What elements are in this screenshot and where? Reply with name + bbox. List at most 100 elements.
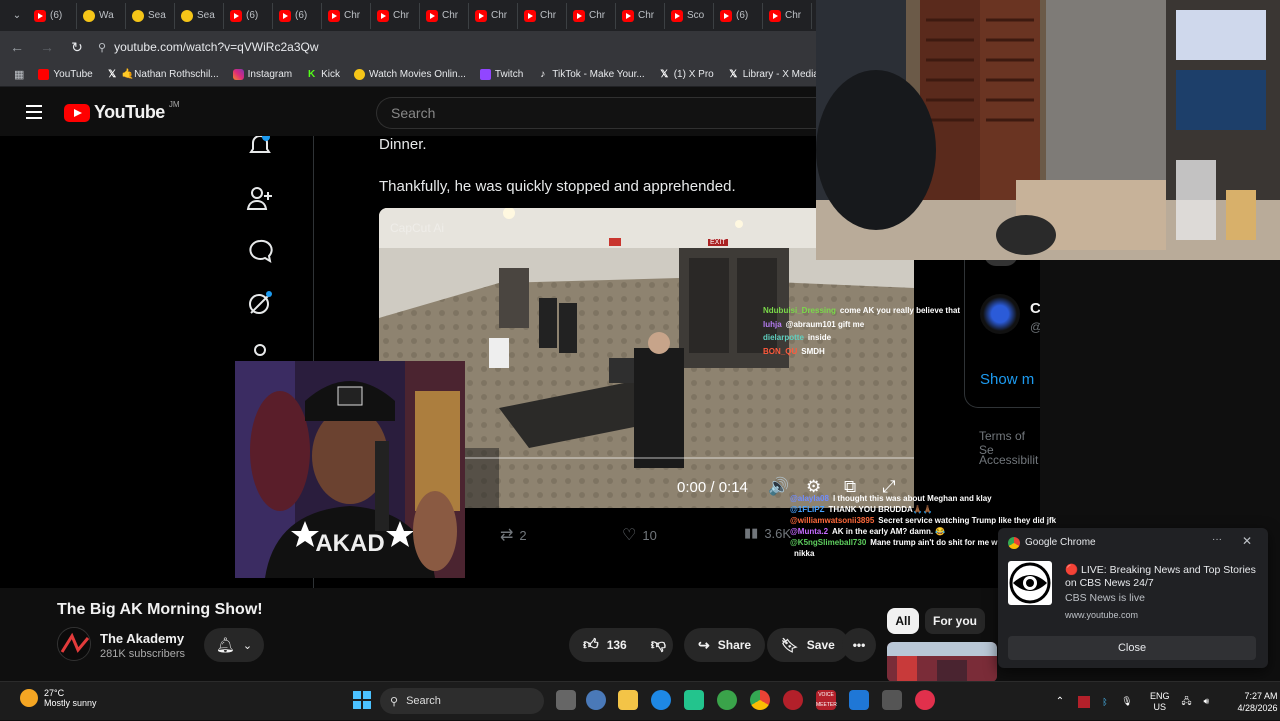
search-placeholder: Search [391, 105, 436, 121]
browser-tab[interactable]: Chr [322, 2, 371, 29]
browser-tab[interactable]: Chr [763, 2, 812, 29]
recommended-video-thumbnail[interactable] [887, 642, 997, 682]
chat-username: @1FLIPZ [790, 505, 825, 514]
clock[interactable]: 7:27 AM 4/28/2026 [1238, 690, 1278, 714]
notes-app-icon[interactable] [882, 690, 902, 710]
chip-all[interactable]: All [887, 608, 919, 634]
pink-app-icon[interactable] [915, 690, 935, 710]
bookmark-item[interactable]: YouTube [38, 69, 93, 80]
room-scene [816, 0, 1280, 260]
messages-icon [249, 239, 273, 264]
chip-for-you[interactable]: For you [925, 608, 985, 634]
youtube-icon [671, 9, 683, 22]
address-bar[interactable]: ⚲ youtube.com/watch?v=qVWiRc2a3Qw [98, 40, 319, 54]
bookmark-item[interactable]: 𝕏 🤙Nathan Rothschil... [107, 69, 218, 80]
tab-label: Sea [197, 10, 215, 21]
bookmark-label: YouTube [53, 69, 93, 80]
task-view-icon[interactable] [556, 690, 576, 710]
red-app-icon[interactable] [783, 690, 803, 710]
microphone-icon[interactable]: 🎙︎ [1118, 696, 1136, 707]
volume-icon[interactable]: 🔊 [768, 477, 789, 497]
cortana-c-icon[interactable] [651, 690, 671, 710]
notification-more-icon[interactable]: ··· [1212, 534, 1222, 545]
streamer-webcam: AKAD [235, 361, 465, 578]
reload-icon[interactable]: ↻ [64, 39, 90, 56]
show-more-link[interactable]: Show m [980, 371, 1034, 388]
forward-icon[interactable]: → [34, 39, 60, 55]
share-button[interactable]: ↪ Share [684, 628, 766, 662]
network-icon[interactable]: 🖧︎ [1182, 694, 1196, 710]
tab-label: (6) [50, 10, 63, 21]
start-windows-icon[interactable] [352, 690, 372, 710]
like-video-button[interactable]: 👍︎ 136 [583, 636, 627, 654]
bookmark-item[interactable]: K Kick [306, 69, 340, 80]
bookmark-item[interactable]: Twitch [479, 69, 523, 80]
hamburger-menu-icon[interactable] [26, 105, 42, 119]
browser-tab[interactable]: (6) [714, 2, 763, 29]
time-text: 7:27 AM [1244, 690, 1278, 701]
browser-tab[interactable]: (6) [224, 2, 273, 29]
tab-label: Chr [540, 10, 557, 21]
subscribe-notification-button[interactable]: 🔔︎ ⌄ [204, 628, 264, 662]
bookmark-label: Instagram [247, 69, 293, 80]
bookmark-item[interactable]: 𝕏 Library - X Media St... [728, 69, 816, 80]
bookmark-item[interactable]: 𝕏 (1) X Pro [659, 69, 714, 80]
video-like-count: 136 [606, 638, 627, 652]
browser-tab[interactable]: Chr [371, 2, 420, 29]
language-indicator[interactable]: ENG US [1150, 691, 1170, 713]
notification-close-button[interactable]: Close [1008, 636, 1256, 660]
bookmark-label: Kick [321, 69, 341, 80]
weather-widget[interactable]: 27°C Mostly sunny [20, 688, 97, 708]
browser-tab[interactable]: (6) [273, 2, 322, 29]
like-button[interactable]: ♡ 10 [622, 525, 657, 545]
notification-close-icon[interactable]: ✕ [1242, 534, 1252, 548]
browser-tab[interactable]: Sea [175, 2, 224, 29]
tray-chevron-icon[interactable]: ⌃ [1050, 696, 1070, 707]
chat-username: Ndubuisi_Dressing [763, 306, 836, 315]
volume-tray-icon[interactable]: 🔊︎ [1204, 696, 1218, 707]
tab-list-dropdown-icon[interactable]: ⌄ [6, 10, 28, 21]
channel-avatar[interactable] [57, 627, 91, 661]
bookmark-item[interactable]: Watch Movies Onlin... [354, 69, 466, 80]
file-explorer-icon[interactable] [618, 690, 638, 710]
views-button[interactable]: ▮▮ 3.6K [744, 525, 791, 541]
browser-tab[interactable]: Chr [420, 2, 469, 29]
browser-tab[interactable]: Sco [665, 2, 714, 29]
chat-text: SMDH [801, 346, 825, 356]
smile-icon [83, 9, 95, 22]
thumbs-down-icon[interactable]: 👎︎ [651, 636, 666, 654]
discord-icon[interactable] [684, 690, 704, 710]
save-button[interactable]: 🔖︎ Save [767, 628, 849, 662]
bookmark-item[interactable]: ♪ TikTok - Make Your... [537, 69, 644, 80]
browser-tab[interactable]: Wa [77, 2, 126, 29]
browser-tab[interactable]: Chr [518, 2, 567, 29]
tray-app-icon[interactable] [1078, 695, 1090, 708]
search-input[interactable]: Search [376, 97, 816, 129]
bookmark-item[interactable]: Instagram [232, 69, 293, 80]
temperature: 27°C [44, 688, 65, 698]
voicemeeter-icon[interactable]: VOICE MEETER [816, 690, 837, 710]
browser-tab[interactable]: Sea [126, 2, 175, 29]
youtube-icon [328, 9, 340, 22]
site-info-icon[interactable]: ⚲ [98, 41, 106, 54]
browser-tab[interactable]: (6) [28, 2, 77, 29]
chrome-notification[interactable]: Google Chrome ··· ✕ 🔴 LIVE: Breaking New… [998, 528, 1268, 668]
more-actions-button[interactable]: ••• [842, 628, 876, 662]
u-app-icon[interactable] [717, 690, 737, 710]
accessibility-link[interactable]: Accessibilit [979, 453, 1038, 467]
chrome-taskbar-icon[interactable] [750, 690, 770, 710]
bluetooth-icon[interactable]: ᛒ [1098, 697, 1112, 707]
settings-icon[interactable] [586, 690, 606, 710]
browser-tab[interactable]: Chr [469, 2, 518, 29]
chat-text: nikka [794, 549, 815, 558]
back-icon[interactable]: ← [4, 39, 30, 55]
apps-grid-icon[interactable]: ▦ [14, 68, 24, 81]
youtube-logo[interactable]: YouTube JM [64, 100, 180, 123]
taskbar-search[interactable]: ⚲ Search [380, 688, 544, 714]
tab-label: Chr [393, 10, 410, 21]
retweet-button[interactable]: ⇄ 2 [500, 525, 527, 545]
channel-name[interactable]: The Akademy [100, 631, 184, 646]
blue-app-icon[interactable] [849, 690, 869, 710]
browser-tab[interactable]: Chr [616, 2, 665, 29]
browser-tab[interactable]: Chr [567, 2, 616, 29]
